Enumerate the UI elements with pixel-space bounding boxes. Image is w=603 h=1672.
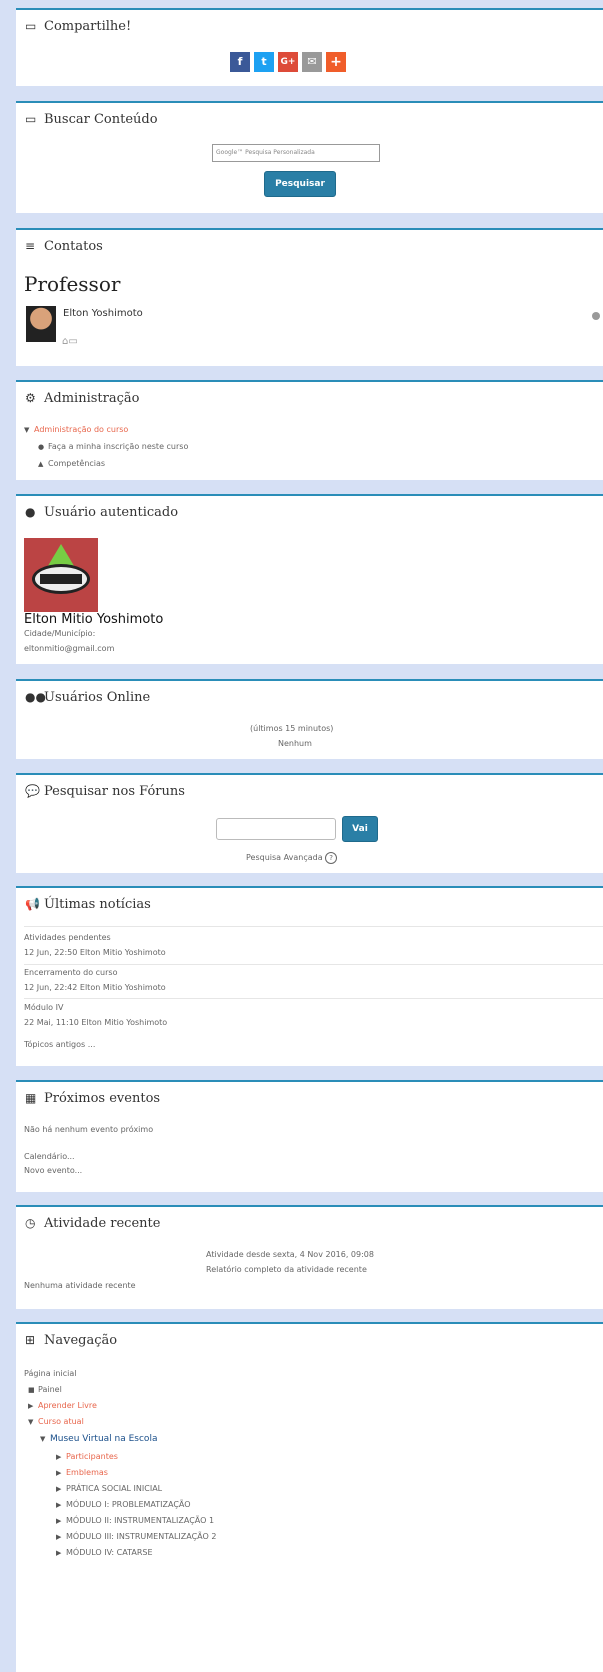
auth-block: ● Usuário autenticado Elton Mitio Yoshimo… <box>16 494 603 664</box>
forum-search-input[interactable] <box>216 818 336 840</box>
news-item-subject[interactable]: Módulo IV <box>24 1003 63 1012</box>
online-block-title: ●●Usuários Online <box>25 690 151 705</box>
nav-item-participants[interactable]: ▶ Participantes <box>56 1452 118 1461</box>
email-share-button[interactable]: ✉ <box>302 52 322 72</box>
news-block-title: 📢 Últimas notícias <box>25 897 151 912</box>
sitemap-icon: ⊞ <box>25 1333 36 1347</box>
nav-free[interactable]: ▶ Aprender Livre <box>28 1401 97 1410</box>
share-block: ▭ Compartilhe! f t G+ ✉ + <box>16 8 603 86</box>
older-topics-link[interactable]: Tópicos antigos ... <box>24 1040 95 1049</box>
user-city: Cidade/Município: <box>24 629 96 638</box>
nav-course[interactable]: ▼ Museu Virtual na Escola <box>40 1434 157 1444</box>
events-block: ▦ Próximos eventos Não há nenhum evento p… <box>16 1080 603 1192</box>
nav-block: ⊞ Navegação Página inicial ■ Painel ▶ Apren… <box>16 1322 603 1672</box>
recent-block: ◷ Atividade recente Atividade desde sexta… <box>16 1205 603 1309</box>
forum-search-block: 💬 Pesquisar nos Fóruns Vai Pesquisa Avanç… <box>16 773 603 873</box>
news-item-meta: 22 Mai, 11:10 Elton Mitio Yoshimoto <box>24 1018 168 1027</box>
facebook-share-button[interactable]: f <box>230 52 250 72</box>
search-button[interactable]: Pesquisar <box>264 171 336 197</box>
comments-icon: 💬 <box>25 784 40 798</box>
nav-home[interactable]: Página inicial <box>24 1369 76 1378</box>
contact-heading: Professor <box>24 272 121 296</box>
status-dot <box>592 312 600 320</box>
nav-dashboard[interactable]: ■ Painel <box>28 1385 62 1394</box>
news-block: 📢 Últimas notícias Atividades pendentes 1… <box>16 886 603 1066</box>
auth-block-title: ● Usuário autenticado <box>25 505 179 520</box>
caret-right-icon: ▶ <box>56 1485 62 1493</box>
search-placeholder: Pesquisa Personalizada <box>245 149 315 156</box>
caret-right-icon: ▶ <box>56 1549 62 1557</box>
admin-item-competencies[interactable]: ▲ Competências <box>38 459 105 468</box>
user-email: eltonmitio@gmail.com <box>24 644 115 653</box>
calendar-link[interactable]: Calendário... <box>24 1152 75 1161</box>
nav-item-section[interactable]: ▶ PRÁTICA SOCIAL INICIAL <box>56 1484 162 1493</box>
events-block-title: ▦ Próximos eventos <box>25 1091 161 1106</box>
online-status: Nenhum <box>278 739 312 748</box>
news-item-meta: 12 Jun, 22:42 Elton Mitio Yoshimoto <box>24 983 166 992</box>
share-block-title: ▭ Compartilhe! <box>25 19 132 34</box>
caret-right-icon: ▶ <box>56 1453 62 1461</box>
admin-block-title: ⚙ Administração <box>25 391 140 406</box>
online-period: (últimos 15 minutos) <box>250 724 334 733</box>
caret-right-icon: ▶ <box>56 1533 62 1541</box>
caret-right-icon: ▶ <box>56 1501 62 1509</box>
search-block: ▭ Buscar Conteúdo Google™ Pesquisa Person… <box>16 101 603 213</box>
nav-item-section[interactable]: ▶ MÓDULO III: INSTRUMENTALIZAÇÃO 2 <box>56 1532 216 1541</box>
nav-block-title: ⊞ Navegação <box>25 1333 118 1348</box>
window-icon: ▭ <box>25 112 37 126</box>
help-icon[interactable]: ? <box>325 852 338 864</box>
user-fullname: Elton Mitio Yoshimoto <box>24 612 164 627</box>
menu-icon: ≡ <box>25 239 36 253</box>
online-block: ●●Usuários Online (últimos 15 minutos) N… <box>16 679 603 759</box>
admin-root[interactable]: ▼ Administração do curso <box>24 425 128 434</box>
contact-icons[interactable]: ⌂▭ <box>62 336 78 347</box>
nav-item-section[interactable]: ▶ MÓDULO II: INSTRUMENTALIZAÇÃO 1 <box>56 1516 214 1525</box>
avatar[interactable] <box>26 306 56 342</box>
bullet-icon: ■ <box>28 1386 35 1394</box>
nav-item-section[interactable]: ▶ MÓDULO I: PROBLEMATIZAÇÃO <box>56 1500 191 1509</box>
contacts-block: ≡ Contatos Professor Elton Yoshimoto ⌂▭ <box>16 228 603 366</box>
caret-right-icon: ▶ <box>56 1517 62 1525</box>
nav-item-section[interactable]: ▶ MÓDULO IV: CATARSE <box>56 1548 153 1557</box>
caret-down-icon: ▼ <box>28 1418 34 1426</box>
caret-down-icon: ▼ <box>40 1435 46 1443</box>
news-item-subject[interactable]: Encerramento do curso <box>24 968 117 977</box>
recent-empty: Nenhuma atividade recente <box>24 1281 136 1290</box>
bullhorn-icon: 📢 <box>25 897 40 911</box>
news-item-meta: 12 Jun, 22:50 Elton Mitio Yoshimoto <box>24 948 166 957</box>
twitter-share-button[interactable]: t <box>254 52 274 72</box>
nav-current-course[interactable]: ▼ Curso atual <box>28 1417 84 1426</box>
forum-advanced-link[interactable]: Pesquisa Avançada ? <box>246 852 338 864</box>
gears-icon: ⚙ <box>25 391 36 405</box>
forum-search-block-title: 💬 Pesquisar nos Fóruns <box>25 784 185 799</box>
users-icon: ●● <box>25 690 46 704</box>
competency-icon: ▲ <box>38 460 44 468</box>
recent-full-report-link[interactable]: Relatório completo da atividade recente <box>206 1265 367 1274</box>
recent-since: Atividade desde sexta, 4 Nov 2016, 09:08 <box>206 1250 374 1259</box>
caret-right-icon: ▶ <box>28 1402 34 1410</box>
user-icon: ● <box>38 443 45 451</box>
contact-name[interactable]: Elton Yoshimoto <box>63 308 143 319</box>
user-avatar[interactable] <box>24 538 98 612</box>
news-item-subject[interactable]: Atividades pendentes <box>24 933 111 942</box>
window-icon: ▭ <box>25 19 37 33</box>
admin-item-enrol[interactable]: ● Faça a minha inscrição neste curso <box>38 442 188 451</box>
search-input[interactable]: Google™ Pesquisa Personalizada <box>212 144 380 162</box>
user-icon: ● <box>25 505 36 519</box>
caret-right-icon: ▶ <box>56 1469 62 1477</box>
caret-down-icon: ▼ <box>24 426 30 434</box>
search-block-title: ▭ Buscar Conteúdo <box>25 112 158 127</box>
admin-block: ⚙ Administração ▼ Administração do curso ●… <box>16 380 603 480</box>
more-share-button[interactable]: + <box>326 52 346 72</box>
recent-block-title: ◷ Atividade recente <box>25 1216 161 1231</box>
google-plus-share-button[interactable]: G+ <box>278 52 298 72</box>
nav-item-badges[interactable]: ▶ Emblemas <box>56 1468 108 1477</box>
new-event-link[interactable]: Novo evento... <box>24 1166 82 1175</box>
contacts-block-title: ≡ Contatos <box>25 239 103 254</box>
forum-search-button[interactable]: Vai <box>342 816 378 842</box>
google-brand: Google™ <box>216 149 244 156</box>
clock-icon: ◷ <box>25 1216 36 1230</box>
calendar-icon: ▦ <box>25 1091 37 1105</box>
events-empty: Não há nenhum evento próximo <box>24 1125 154 1134</box>
